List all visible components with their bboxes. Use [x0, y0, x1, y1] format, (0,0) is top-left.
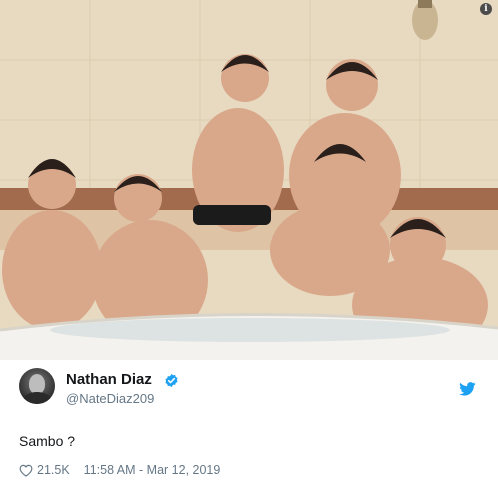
heart-icon[interactable]	[19, 464, 33, 477]
info-icon[interactable]: i	[480, 3, 492, 15]
tweet-card: i Nathan Diaz @NateDiaz209 Sambo ? 21.5K…	[0, 0, 498, 488]
twitter-bird-icon[interactable]	[459, 382, 476, 396]
tweet-header: Nathan Diaz @NateDiaz209	[0, 362, 498, 418]
author-name[interactable]: Nathan Diaz	[66, 371, 152, 388]
tweet-footer: 21.5K 11:58 AM - Mar 12, 2019	[19, 462, 220, 478]
author-handle[interactable]: @NateDiaz209	[66, 391, 154, 406]
avatar[interactable]	[19, 368, 55, 404]
like-count[interactable]: 21.5K	[37, 463, 70, 477]
avatar-face	[29, 374, 45, 394]
photo-illustration	[0, 0, 498, 360]
timestamp[interactable]: 11:58 AM - Mar 12, 2019	[84, 463, 221, 477]
avatar-shoulders	[23, 392, 51, 404]
tweet-photo[interactable]: i	[0, 0, 498, 360]
verified-badge-icon	[165, 373, 178, 388]
tweet-text: Sambo ?	[19, 433, 76, 449]
